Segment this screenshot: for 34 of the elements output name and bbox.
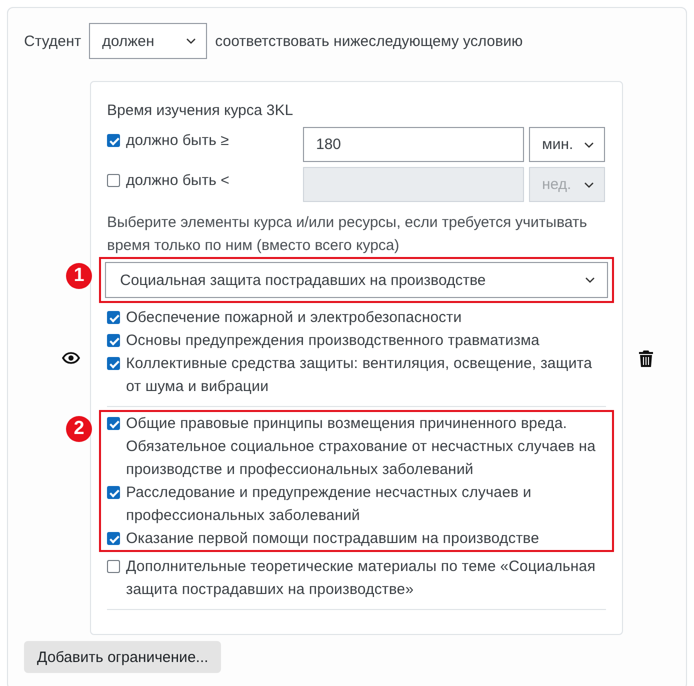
checkbox[interactable] <box>107 311 120 324</box>
hint-text: Выберите элементы курса и/или ресурсы, если требуется учитывать время только по ним (вместо всего курса) <box>107 213 588 256</box>
item-label: Основы предупреждения производственного травматизма <box>126 331 540 351</box>
number-field[interactable]: 180 <box>303 127 524 162</box>
item-label: Расследование и предупреждение несчастных случаев и профессиональных заболеваний <box>126 483 532 526</box>
checkbox[interactable] <box>107 357 120 370</box>
mode-dropdown[interactable]: должен <box>89 23 208 59</box>
checkbox[interactable] <box>107 560 120 573</box>
checkbox[interactable] <box>107 134 120 147</box>
section-dropdown[interactable]: Социальная защита пострадавших на производстве <box>105 262 608 298</box>
number-badge: 1 <box>66 263 92 289</box>
item-label: Коллективные средства защиты: вентиляция, освещение, защита от шума и вибрации <box>126 354 594 397</box>
number-badge: 2 <box>66 416 92 442</box>
limit-label: должно быть < <box>126 171 230 191</box>
item-label: Оказание первой помощи пострадавшим на производстве <box>126 529 540 549</box>
item-label: Общие правовые принципы возмещения причиненного вреда. Обязательное социальное страхование от несчастных случаев на производстве и профессиональных заболеваний <box>126 414 597 480</box>
trash-icon[interactable] <box>639 350 653 366</box>
caret-icon <box>585 277 595 283</box>
checkbox[interactable] <box>107 532 120 545</box>
unit-dropdown[interactable]: мин. <box>529 127 605 162</box>
subject-label: Студент <box>24 32 82 52</box>
add-restriction-button[interactable]: Добавить ограничение... <box>24 641 222 673</box>
checkbox[interactable] <box>107 334 120 347</box>
restriction-title: Время изучения курса 3KL <box>107 101 294 121</box>
caret-icon <box>186 38 196 44</box>
item-label: Обеспечение пожарной и электробезопасности <box>126 308 462 328</box>
eye-icon[interactable] <box>62 352 80 364</box>
condition-text: соответствовать нижеследующему условию <box>215 32 523 52</box>
checkbox[interactable] <box>107 417 120 430</box>
caret-icon <box>584 142 594 148</box>
limit-label: должно быть ≥ <box>126 131 229 151</box>
item-label: Дополнительные теоретические материалы по теме «Социальная защита пострадавших на производстве» <box>126 557 596 600</box>
caret-icon <box>584 182 594 188</box>
checkbox[interactable] <box>107 486 120 499</box>
